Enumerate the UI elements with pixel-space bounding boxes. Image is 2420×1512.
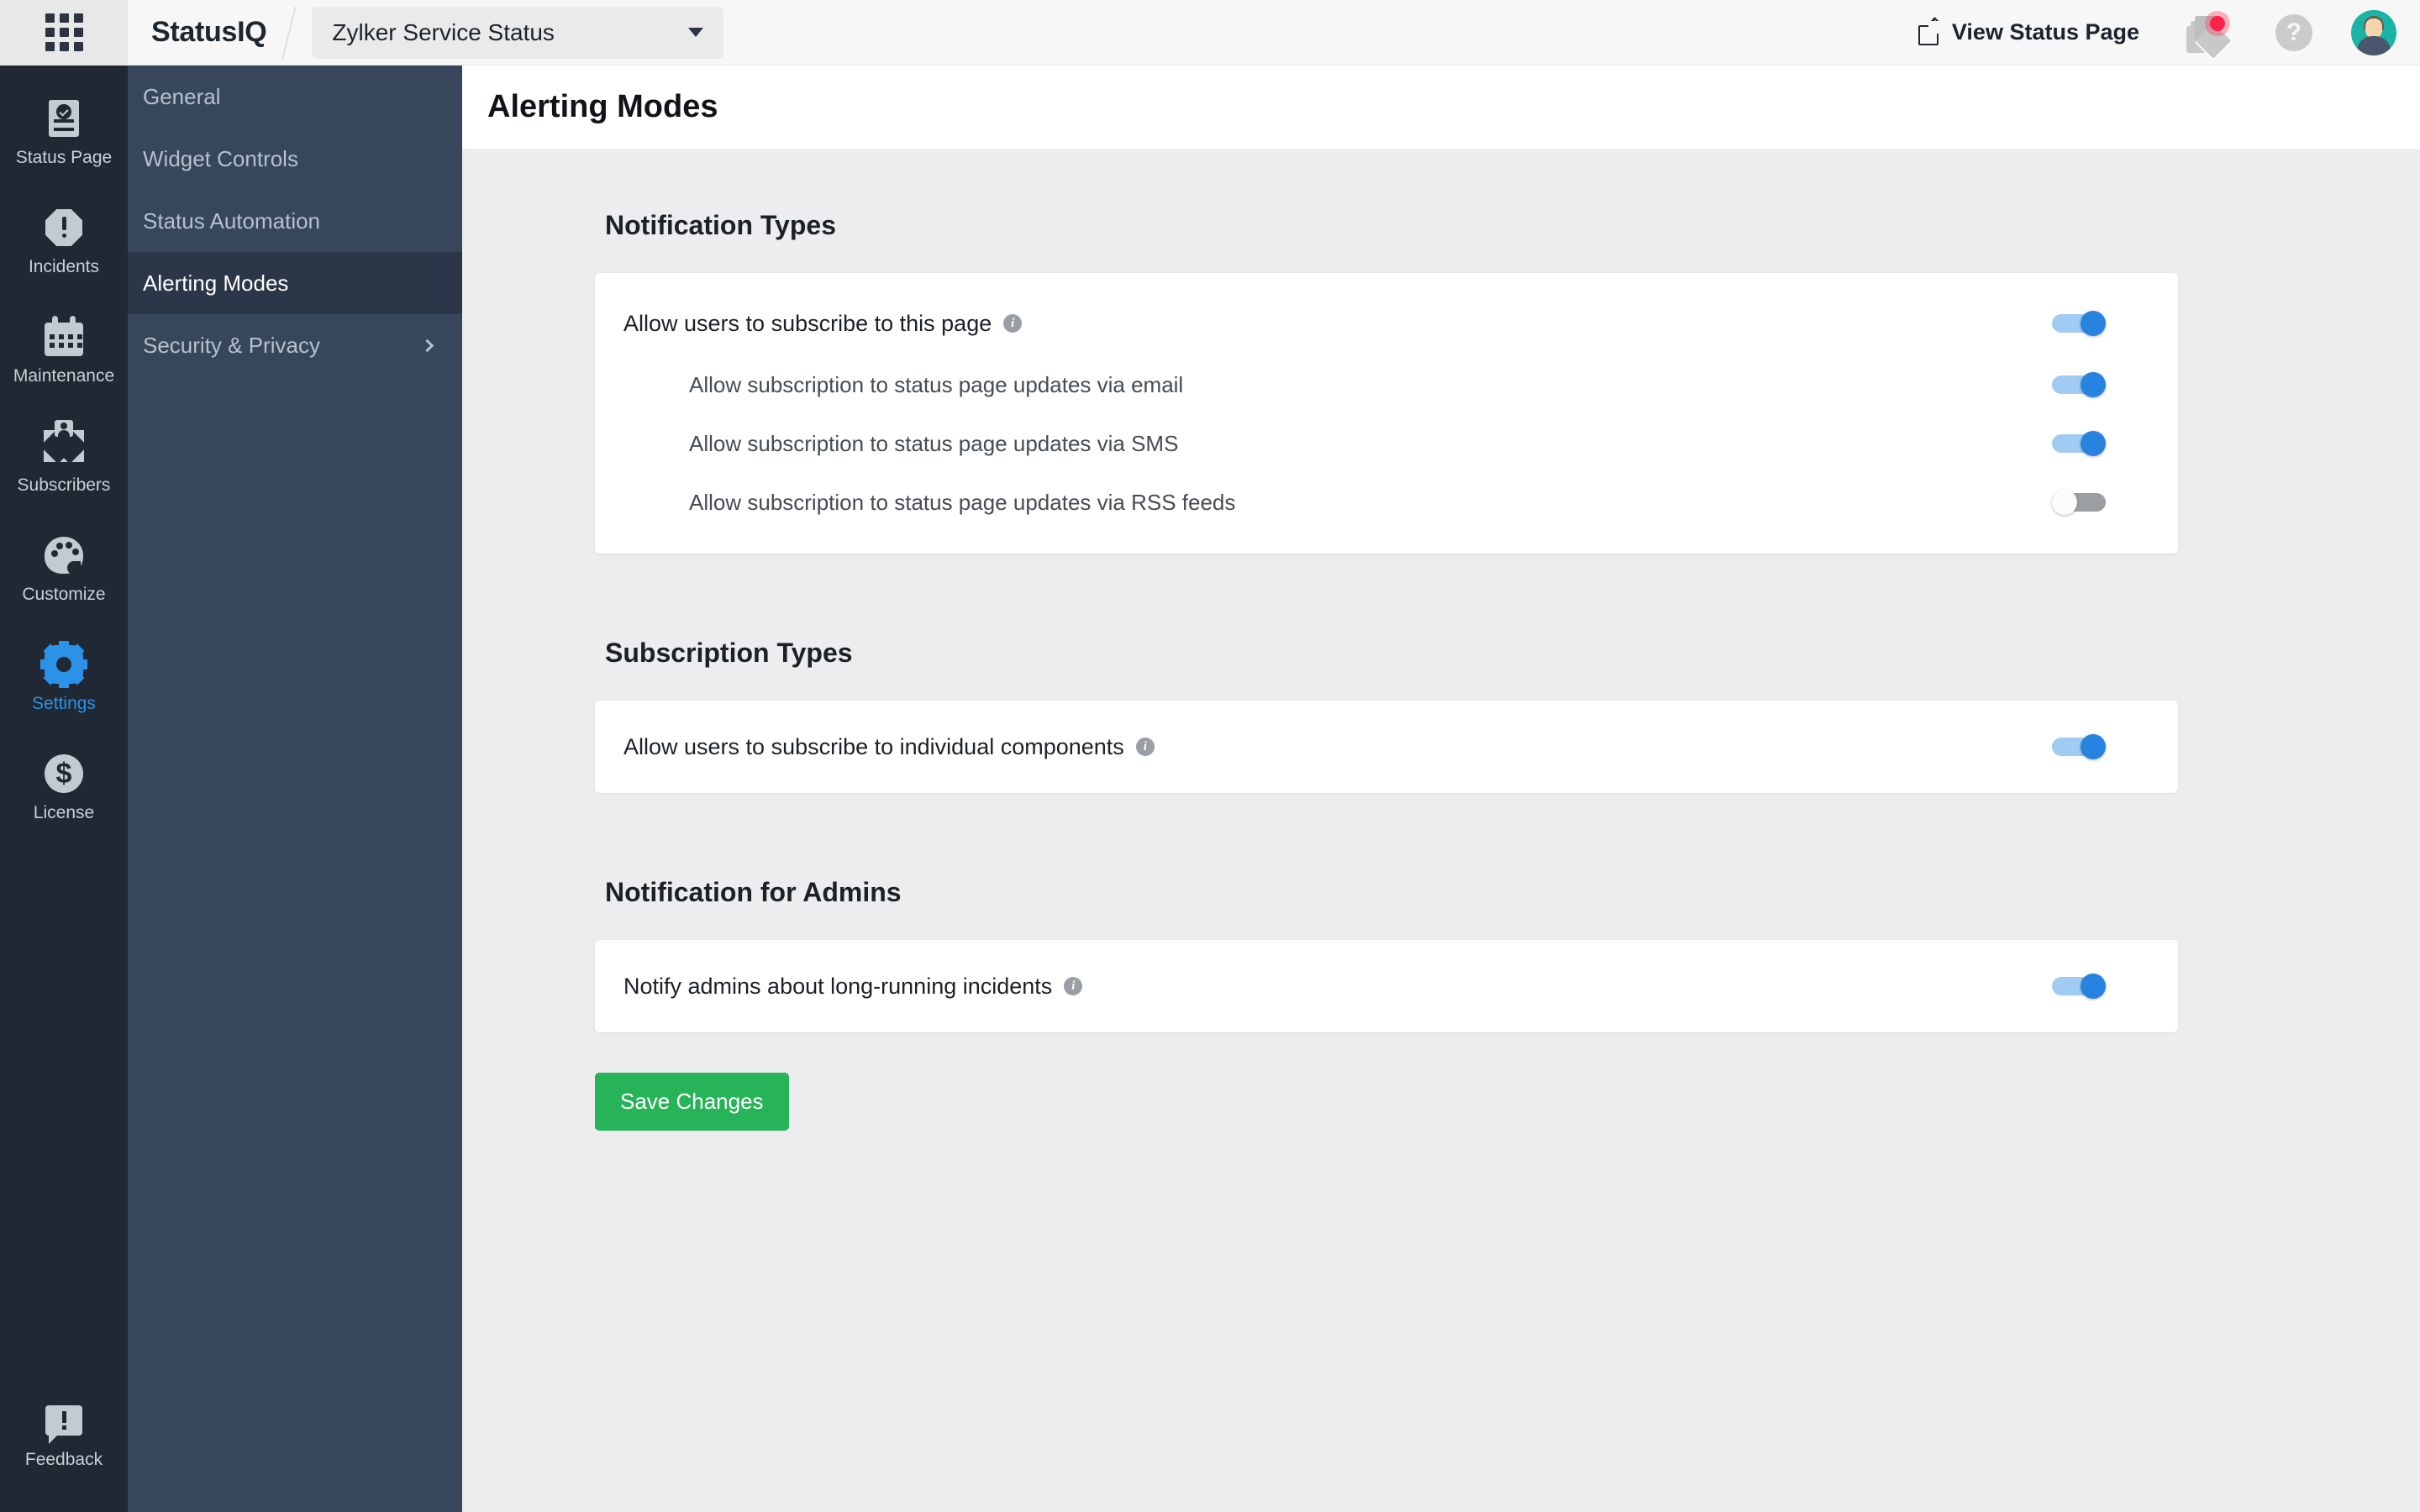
section-notification-for-admins: Notification for Admins Notify admins ab… [462, 793, 2420, 1032]
sidebar-item-customize[interactable]: Customize [0, 521, 128, 618]
subnav-item-widget-controls[interactable]: Widget Controls [128, 128, 462, 190]
sidebar-item-label: Incidents [28, 257, 100, 276]
envelope-user-icon [0, 420, 128, 467]
toggle-subscribe-rss[interactable] [2052, 490, 2106, 515]
setting-label: Allow subscription to status page update… [623, 431, 1178, 457]
top-header-bar: StatusIQ Zylker Service Status View Stat… [0, 0, 2420, 66]
setting-label-text: Allow subscription to status page update… [689, 489, 1236, 515]
subnav-item-security-privacy[interactable]: Security & Privacy [128, 314, 462, 376]
view-status-page-label: View Status Page [1951, 19, 2139, 45]
sidebar-item-subscribers[interactable]: Subscribers [0, 412, 128, 509]
project-selector-label: Zylker Service Status [332, 18, 555, 45]
announcements-button[interactable] [2186, 10, 2233, 61]
setting-label-text: Allow subscription to status page update… [689, 430, 1179, 456]
sidebar-item-incidents[interactable]: Incidents [0, 193, 128, 291]
sidebar-item-label: Maintenance [13, 366, 115, 386]
section-notification-types: Notification Types Allow users to subscr… [462, 150, 2420, 554]
subscription-types-card: Allow users to subscribe to individual c… [595, 701, 2178, 793]
sidebar-item-label: License [33, 803, 95, 822]
setting-label-text: Allow users to subscribe to this page [623, 310, 992, 336]
setting-label: Notify admins about long-running inciden… [623, 973, 1083, 1000]
alert-octagon-icon [0, 207, 128, 249]
setting-label: Allow users to subscribe to individual c… [623, 734, 1155, 760]
primary-nav-rail: Status Page Incidents Maintenance Subscr… [0, 66, 128, 1512]
apps-grid-button[interactable] [0, 0, 128, 66]
subnav-item-alerting-modes[interactable]: Alerting Modes [128, 252, 462, 314]
section-title: Notification Types [605, 210, 836, 240]
toggle-long-running-incidents[interactable] [2052, 974, 2106, 999]
page-title-bar: Alerting Modes [462, 66, 2420, 150]
subnav-item-label: Alerting Modes [143, 270, 289, 296]
setting-label-text: Allow users to subscribe to individual c… [623, 733, 1124, 759]
setting-row-subscribe-sms: Allow subscription to status page update… [595, 414, 2178, 473]
gear-icon [0, 641, 128, 688]
toggle-allow-subscribe-page[interactable] [2052, 311, 2106, 336]
info-icon[interactable]: i [1003, 314, 1023, 333]
sidebar-item-settings[interactable]: Settings [0, 630, 128, 727]
sidebar-item-label: Settings [32, 694, 96, 713]
subnav-item-status-automation[interactable]: Status Automation [128, 190, 462, 252]
view-status-page-button[interactable]: View Status Page [1918, 19, 2139, 45]
sidebar-item-label: Status Page [15, 148, 113, 167]
toggle-subscribe-email[interactable] [2052, 372, 2106, 397]
section-title: Subscription Types [605, 638, 853, 668]
save-button-wrap: Save Changes [462, 1032, 2420, 1131]
main-content: Notification Types Allow users to subscr… [462, 150, 2420, 1512]
setting-label-text: Notify admins about long-running inciden… [623, 973, 1053, 999]
settings-subnav: General Widget Controls Status Automatio… [128, 66, 462, 1512]
toggle-individual-components[interactable] [2052, 734, 2106, 759]
setting-row-individual-components: Allow users to subscribe to individual c… [595, 701, 2178, 793]
section-subscription-types: Subscription Types Allow users to subscr… [462, 554, 2420, 793]
page-title: Alerting Modes [487, 89, 718, 124]
grid-apps-icon [45, 13, 83, 51]
brand-logo[interactable]: StatusIQ [151, 16, 267, 49]
chevron-down-icon [688, 28, 704, 37]
avatar[interactable] [2351, 9, 2396, 55]
setting-row-long-running-incidents: Notify admins about long-running inciden… [595, 940, 2178, 1032]
notification-dot [2210, 15, 2225, 31]
setting-label-text: Allow subscription to status page update… [689, 371, 1184, 397]
project-selector[interactable]: Zylker Service Status [312, 6, 724, 59]
subnav-item-label: General [143, 83, 221, 109]
document-check-icon [0, 97, 128, 139]
subnav-item-label: Status Automation [143, 207, 321, 234]
info-icon[interactable]: i [1135, 738, 1155, 756]
toggle-subscribe-sms[interactable] [2052, 431, 2106, 456]
sidebar-item-label: Subscribers [17, 475, 111, 495]
brand-separator [281, 6, 297, 59]
sidebar-item-label: Feedback [24, 1450, 103, 1469]
subnav-item-general[interactable]: General [128, 66, 462, 128]
sidebar-item-license[interactable]: $ License [0, 739, 128, 837]
setting-label: Allow users to subscribe to this page i [623, 310, 1023, 337]
setting-row-subscribe-email: Allow subscription to status page update… [595, 355, 2178, 414]
setting-row-subscribe-rss: Allow subscription to status page update… [595, 473, 2178, 532]
header-actions: View Status Page ? [1918, 0, 2420, 66]
notification-types-card: Allow users to subscribe to this page i … [595, 273, 2178, 554]
sidebar-item-status-page[interactable]: Status Page [0, 84, 128, 181]
external-link-icon [1918, 20, 1941, 45]
sidebar-item-feedback[interactable]: Feedback [0, 1386, 128, 1483]
palette-icon [0, 534, 128, 576]
subnav-item-label: Widget Controls [143, 145, 298, 171]
dollar-circle-icon: $ [0, 753, 128, 795]
sidebar-item-label: Customize [22, 585, 106, 604]
section-title: Notification for Admins [605, 877, 902, 907]
calendar-icon [0, 316, 128, 358]
feedback-bubble-icon [0, 1399, 128, 1441]
subnav-item-label: Security & Privacy [143, 332, 320, 358]
setting-label: Allow subscription to status page update… [623, 490, 1235, 516]
chevron-right-icon [420, 339, 434, 352]
save-changes-button[interactable]: Save Changes [595, 1073, 789, 1131]
help-icon[interactable]: ? [2275, 13, 2312, 51]
sidebar-item-maintenance[interactable]: Maintenance [0, 302, 128, 400]
info-icon[interactable]: i [1064, 977, 1083, 995]
setting-row-allow-subscribe-page: Allow users to subscribe to this page i [595, 291, 2178, 355]
notification-admins-card: Notify admins about long-running inciden… [595, 940, 2178, 1032]
setting-label: Allow subscription to status page update… [623, 372, 1183, 398]
